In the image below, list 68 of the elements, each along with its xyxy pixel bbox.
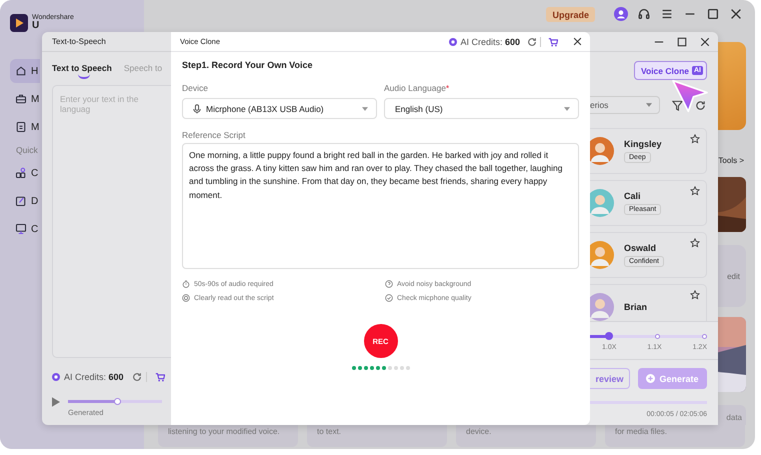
playback-slider[interactable] <box>68 400 162 403</box>
tip-icon <box>182 280 190 288</box>
voice-name: Oswald <box>624 243 656 253</box>
star-icon[interactable] <box>690 238 700 248</box>
credit-icon <box>449 38 458 46</box>
sidebar-item[interactable]: C <box>10 161 40 185</box>
star-icon[interactable] <box>690 186 700 196</box>
refresh-icon[interactable] <box>527 36 537 46</box>
close-icon[interactable] <box>573 37 582 46</box>
text-input[interactable]: Enter your text in the languag <box>52 85 171 358</box>
credits-text: AI Credits: 600 <box>460 36 520 46</box>
field-label: Device <box>182 83 209 93</box>
sidebar-item[interactable]: D <box>10 189 40 213</box>
monitor-icon <box>15 223 27 235</box>
tip-icon <box>182 294 190 302</box>
tools-link[interactable]: Tools > <box>718 156 744 165</box>
document-icon <box>15 121 27 133</box>
card-text: data <box>718 405 746 425</box>
refresh-icon[interactable] <box>132 372 142 382</box>
refresh-icon[interactable] <box>695 100 706 110</box>
headset-icon[interactable] <box>637 7 651 21</box>
voice-name: Brian <box>624 302 648 312</box>
tip-icon <box>385 280 393 288</box>
play-icon[interactable] <box>52 397 60 407</box>
cart-icon[interactable] <box>548 36 558 46</box>
sidebar-item[interactable]: M <box>10 115 40 139</box>
language-dropdown[interactable]: English (US) <box>384 98 579 119</box>
credit-icon <box>52 373 60 381</box>
caret-icon <box>362 106 368 110</box>
star-icon[interactable] <box>690 134 700 144</box>
avatar-icon[interactable] <box>614 7 628 21</box>
field-label: Reference Script <box>182 130 246 140</box>
menu-icon[interactable] <box>660 7 674 21</box>
maximize-icon[interactable] <box>706 7 720 21</box>
plus-icon <box>646 374 656 383</box>
filter-icon[interactable] <box>672 100 683 110</box>
sidebar-item[interactable]: H <box>10 59 40 83</box>
logo-icon <box>10 14 28 32</box>
microphone-icon <box>193 104 201 114</box>
star-icon[interactable] <box>690 290 700 300</box>
tab[interactable]: Text to Speech <box>52 62 112 80</box>
field-label: Audio Language* <box>384 83 450 93</box>
window-title: Text-to-Speech <box>52 37 106 46</box>
close-icon[interactable] <box>729 7 743 21</box>
device-dropdown[interactable]: Micrphone (AB13X USB Audio) <box>182 98 377 119</box>
caret-icon <box>646 103 652 107</box>
cart-icon[interactable] <box>154 372 165 382</box>
toolbox-icon <box>15 93 27 105</box>
voice-name: Cali <box>624 191 641 201</box>
section-label: Quick <box>16 145 38 155</box>
tip-icon <box>385 294 393 302</box>
maximize-icon[interactable] <box>677 36 687 46</box>
edit-icon <box>15 195 27 207</box>
caret-icon <box>564 106 570 110</box>
home-icon <box>15 65 27 77</box>
script-text-area[interactable]: One morning, a little puppy found a bright red ball in the garden. He barked with joy and rolled it across the grass. A tiny kitten saw him and ran over to play. They chased the ball together, laughing and tumbling in the sunshine. From that day on, they became best friends, sharing every happy moment. <box>182 143 579 269</box>
upgrade-button[interactable]: Upgrade <box>546 7 595 22</box>
close-icon[interactable] <box>700 36 710 46</box>
puzzle-icon <box>15 167 27 179</box>
credits-text: AI Credits: 600 <box>64 372 124 382</box>
speed-slider[interactable] <box>590 335 707 338</box>
sidebar-item[interactable]: C <box>10 217 40 241</box>
pointer-arrow-icon <box>670 79 710 113</box>
product-name: U <box>32 21 40 31</box>
voice-name: Kingsley <box>624 139 662 149</box>
step-heading: Step1. Record Your Own Voice <box>182 60 314 70</box>
feature-card[interactable]: edit <box>718 245 746 307</box>
sidebar-item[interactable]: M <box>10 87 40 111</box>
